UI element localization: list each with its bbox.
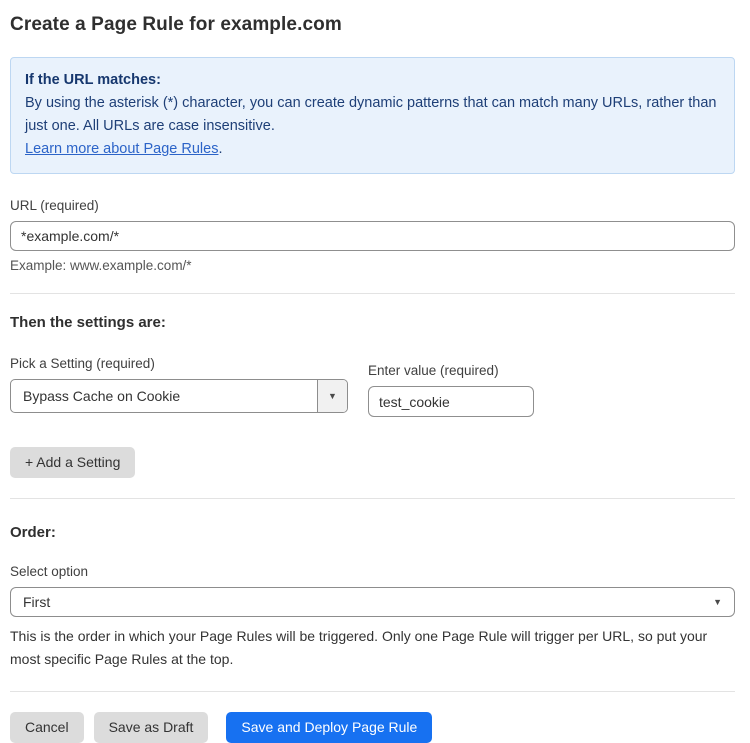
setting-row: Pick a Setting (required) Bypass Cache o… (10, 356, 735, 417)
create-page-rule-form: Create a Page Rule for example.com If th… (0, 0, 750, 743)
save-as-draft-button[interactable]: Save as Draft (94, 712, 209, 743)
url-input[interactable] (10, 221, 735, 251)
save-and-deploy-button[interactable]: Save and Deploy Page Rule (226, 712, 432, 743)
info-box-body: By using the asterisk (*) character, you… (25, 92, 720, 138)
order-select-value: First (23, 594, 50, 610)
setting-picker-column: Pick a Setting (required) Bypass Cache o… (10, 356, 348, 413)
add-setting-button[interactable]: + Add a Setting (10, 447, 135, 478)
cancel-button[interactable]: Cancel (10, 712, 84, 743)
setting-select-arrow-button[interactable]: ▼ (317, 380, 347, 412)
chevron-down-icon: ▼ (328, 392, 337, 401)
setting-value-column: Enter value (required) (368, 356, 534, 417)
order-select-label: Select option (10, 564, 735, 579)
setting-select[interactable]: Bypass Cache on Cookie ▼ (10, 379, 348, 413)
setting-select-value: Bypass Cache on Cookie (11, 380, 317, 412)
order-description: This is the order in which your Page Rul… (10, 625, 730, 671)
page-title: Create a Page Rule for example.com (10, 14, 735, 36)
section-divider (10, 691, 735, 692)
info-box-heading: If the URL matches: (25, 69, 720, 92)
url-example-helper: Example: www.example.com/* (10, 258, 735, 273)
footer-action-bar: Cancel Save as Draft Save and Deploy Pag… (10, 712, 735, 743)
link-period: . (218, 141, 222, 157)
info-box-link-line: Learn more about Page Rules. (25, 138, 720, 161)
enter-value-label: Enter value (required) (368, 363, 534, 378)
section-divider (10, 293, 735, 294)
order-select[interactable]: First ▼ (10, 587, 735, 617)
setting-value-input[interactable] (368, 386, 534, 417)
chevron-down-icon: ▼ (713, 598, 722, 607)
pick-setting-label: Pick a Setting (required) (10, 356, 348, 371)
settings-section-heading: Then the settings are: (10, 314, 735, 331)
section-divider (10, 498, 735, 499)
learn-more-link[interactable]: Learn more about Page Rules (25, 141, 218, 157)
url-match-info-box: If the URL matches: By using the asteris… (10, 57, 735, 174)
url-field-label: URL (required) (10, 198, 735, 213)
order-section-heading: Order: (10, 524, 735, 541)
